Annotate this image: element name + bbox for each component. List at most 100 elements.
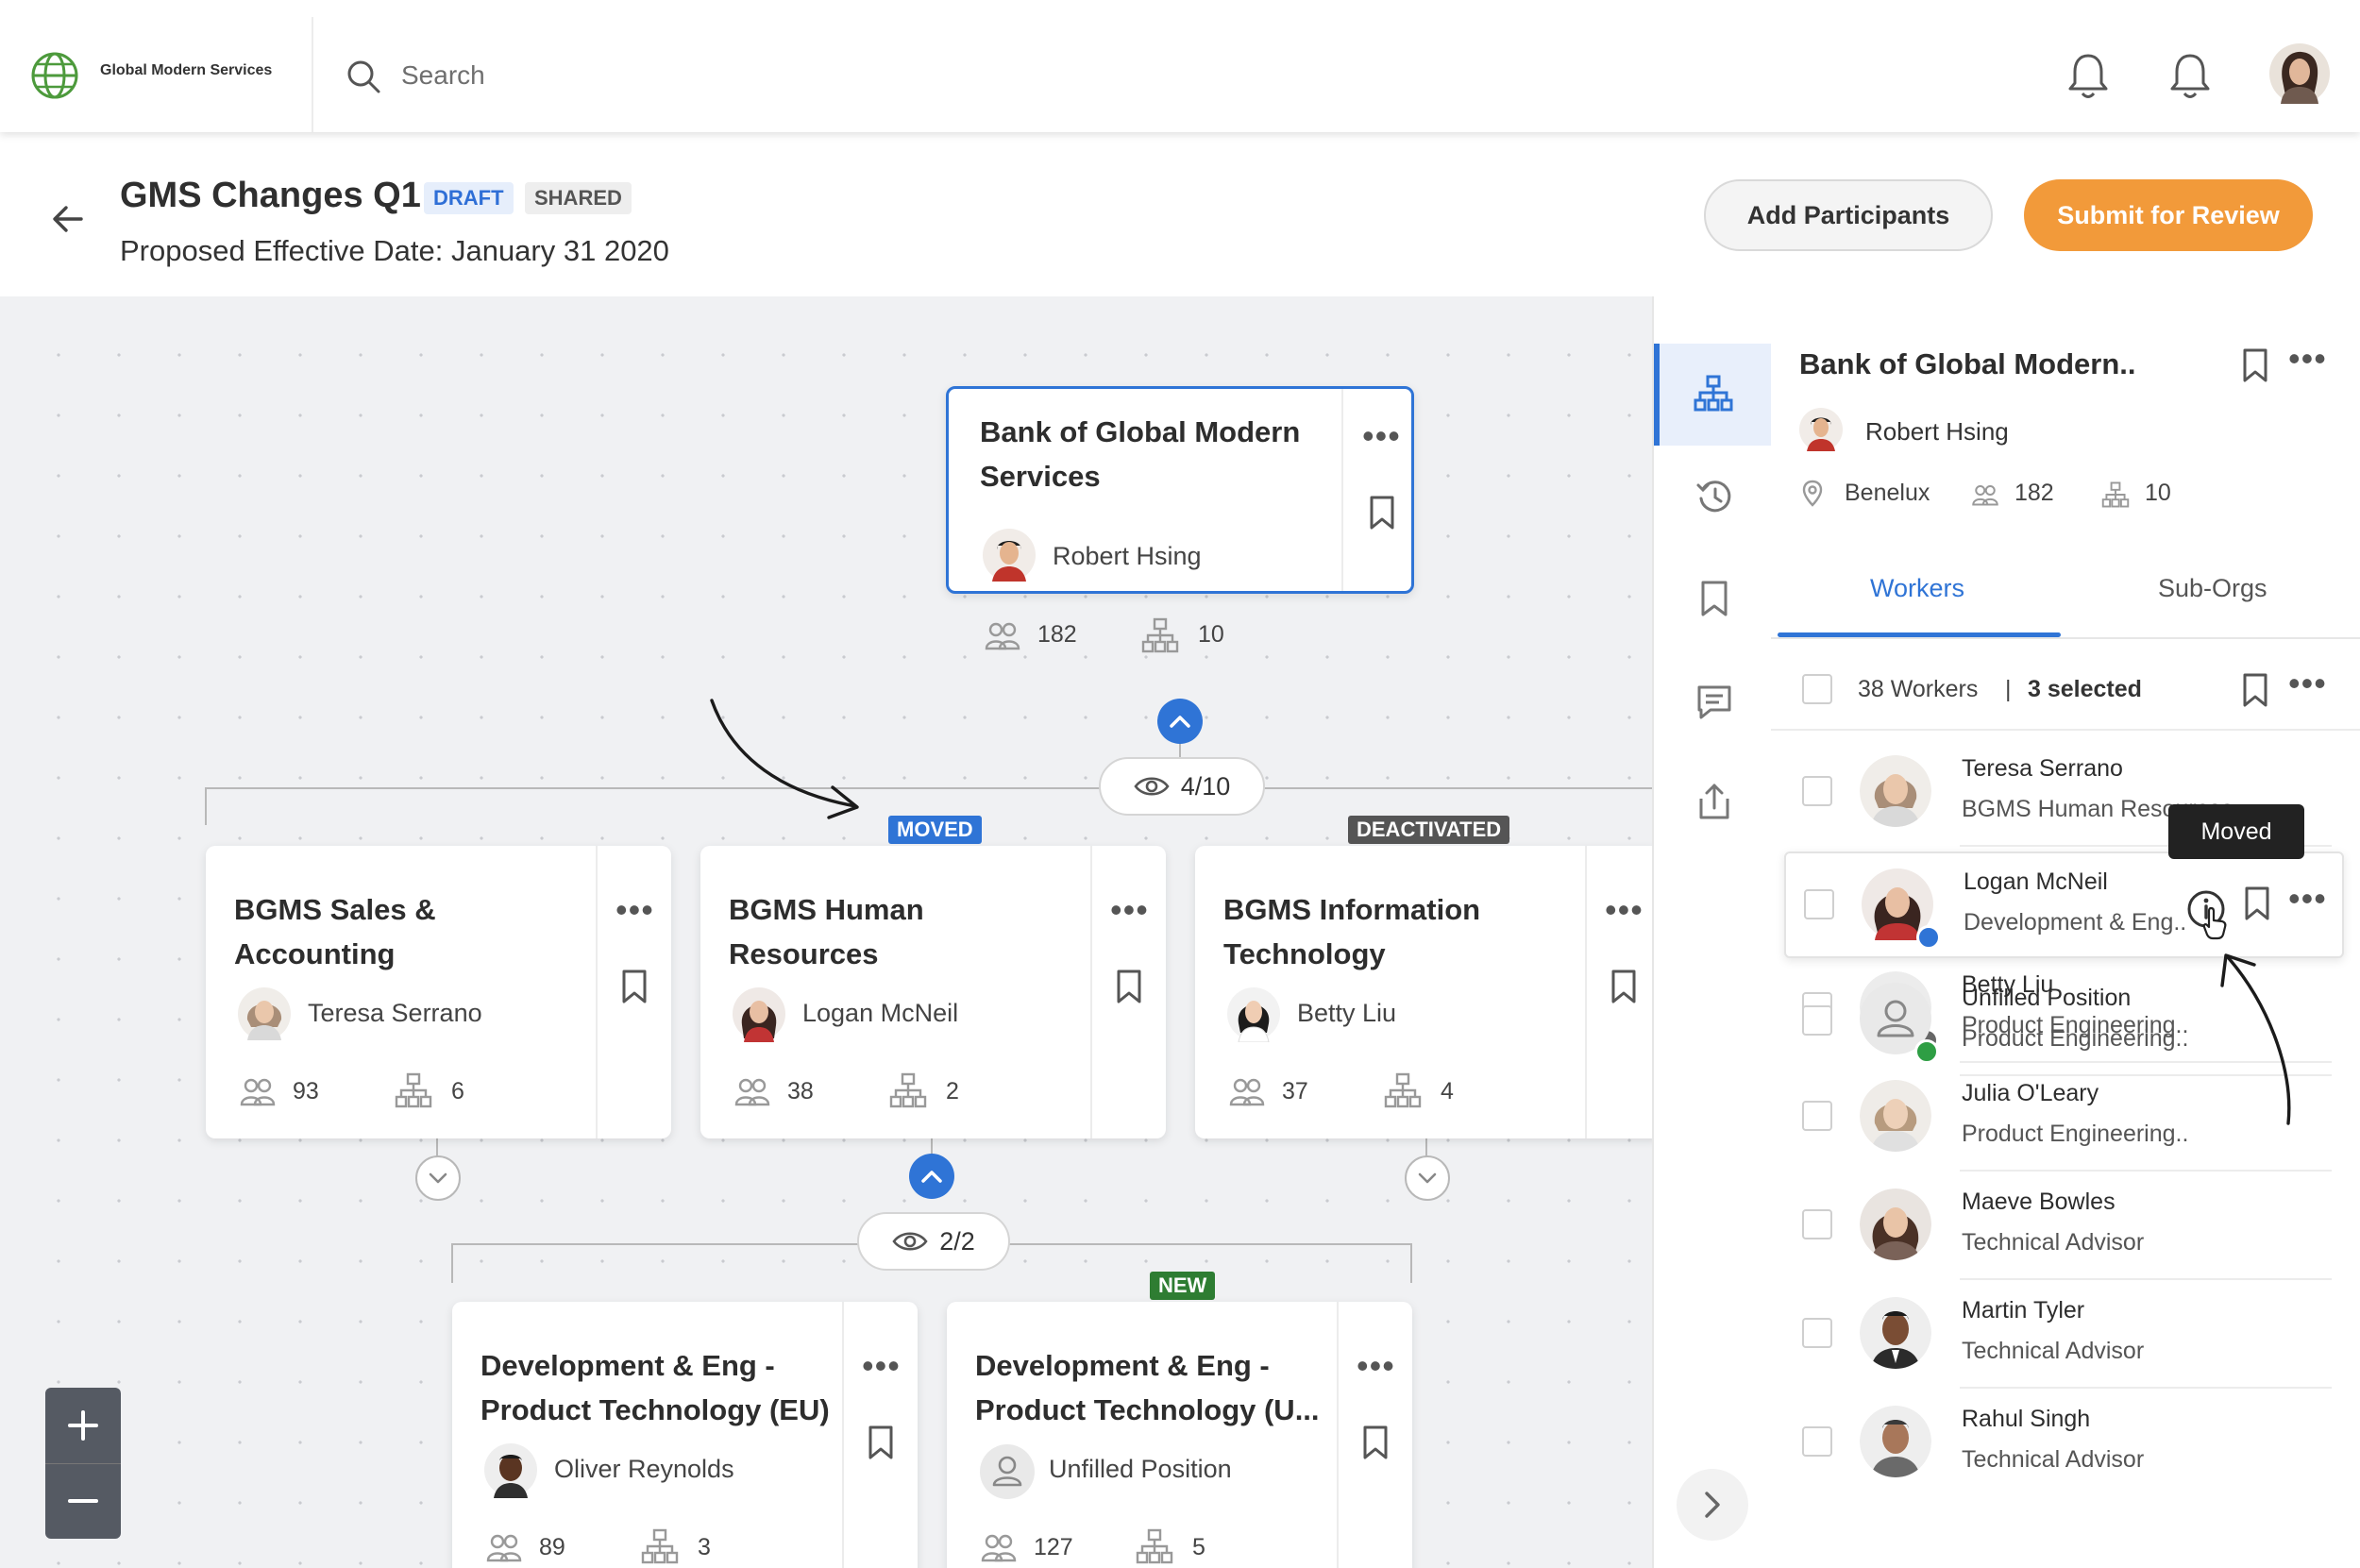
- card-title: BGMS Sales & Accounting: [234, 893, 436, 970]
- bookmark-icon[interactable]: [2241, 672, 2269, 708]
- bookmark-icon[interactable]: [867, 1425, 895, 1460]
- panel-manager-name[interactable]: Robert Hsing: [1865, 417, 2009, 447]
- worker-name[interactable]: Teresa Serrano: [1962, 755, 2123, 783]
- user-avatar[interactable]: [2269, 43, 2330, 104]
- comment-icon[interactable]: [1695, 683, 1733, 721]
- org-card[interactable]: BGMS Information Technology ••• Betty Liu…: [1195, 846, 1652, 1138]
- org-card[interactable]: BGMS Human Resources ••• Logan McNeil 38 …: [700, 846, 1166, 1138]
- suborg-hierarchy-icon: [395, 1072, 432, 1108]
- more-options-icon[interactable]: •••: [1110, 893, 1149, 927]
- worker-name[interactable]: Maeve Bowles: [1962, 1189, 2116, 1216]
- worker-name[interactable]: Logan McNeil: [1964, 868, 2108, 896]
- tab-sub-orgs[interactable]: Sub-Orgs: [2158, 574, 2267, 603]
- bookmark-icon[interactable]: [1610, 969, 1638, 1004]
- chevron-down-icon: [429, 1172, 447, 1184]
- manager-name[interactable]: Robert Hsing: [1053, 542, 1202, 571]
- more-options-icon[interactable]: •••: [862, 1349, 901, 1383]
- bookmark-icon[interactable]: [2241, 347, 2269, 383]
- manager-name[interactable]: Oliver Reynolds: [554, 1455, 734, 1484]
- submit-for-review-button[interactable]: Submit for Review: [2024, 179, 2313, 251]
- org-card[interactable]: BGMS Sales & Accounting ••• Teresa Serran…: [206, 846, 671, 1138]
- worker-row[interactable]: Rahul Singh Technical Advisor: [1771, 1389, 2360, 1568]
- connector-line: [1425, 1138, 1427, 1157]
- bookmark-icon[interactable]: [1361, 1425, 1390, 1460]
- workers-icon: [985, 622, 1020, 650]
- eye-icon: [892, 1232, 928, 1251]
- more-options-icon[interactable]: •••: [2288, 666, 2327, 700]
- back-arrow-icon[interactable]: [51, 202, 85, 236]
- history-icon[interactable]: [1695, 478, 1733, 515]
- worker-name[interactable]: Unfilled Position: [1962, 985, 2131, 1012]
- collapse-button[interactable]: [909, 1154, 954, 1199]
- worker-name[interactable]: Rahul Singh: [1962, 1406, 2090, 1433]
- bookmark-icon[interactable]: [1368, 495, 1396, 531]
- row-checkbox[interactable]: [1802, 776, 1832, 806]
- logo-text[interactable]: Global Modern Services: [100, 62, 272, 79]
- search-icon[interactable]: [346, 59, 381, 94]
- row-checkbox[interactable]: [1802, 1318, 1832, 1348]
- zoom-out-button[interactable]: [45, 1463, 121, 1539]
- annotation-arrow-icon: [710, 699, 859, 819]
- card-divider: [1337, 1302, 1339, 1568]
- expand-button[interactable]: [1405, 1155, 1450, 1201]
- worker-row[interactable]: Martin Tyler Technical Advisor: [1771, 1280, 2360, 1389]
- worker-name[interactable]: Julia O'Leary: [1962, 1080, 2099, 1107]
- worker-subtitle: Technical Advisor: [1962, 1229, 2145, 1256]
- more-options-icon[interactable]: •••: [1605, 893, 1644, 927]
- row-checkbox[interactable]: [1802, 1209, 1832, 1239]
- collapse-button[interactable]: [1157, 699, 1203, 744]
- avatar: [1227, 987, 1280, 1042]
- share-export-icon[interactable]: [1695, 782, 1733, 821]
- visible-count: 4/10: [1180, 771, 1231, 801]
- bell-icon[interactable]: [2065, 51, 2111, 102]
- more-options-icon[interactable]: •••: [2288, 342, 2327, 376]
- worker-row-highlighted[interactable]: Logan McNeil Development & Eng.. •••: [1784, 851, 2344, 958]
- org-card[interactable]: Development & Eng - Product Technology (E…: [452, 1302, 918, 1568]
- manager-name[interactable]: Teresa Serrano: [308, 999, 482, 1028]
- manager-name[interactable]: Betty Liu: [1297, 999, 1396, 1028]
- more-options-icon[interactable]: •••: [615, 893, 654, 927]
- suborg-count: 5: [1192, 1534, 1205, 1560]
- bookmark-icon[interactable]: [1699, 580, 1729, 617]
- workers-icon: [981, 1534, 1017, 1562]
- bell-icon[interactable]: [2167, 51, 2213, 102]
- zoom-in-button[interactable]: [45, 1388, 121, 1463]
- effective-date: Proposed Effective Date: January 31 2020: [120, 234, 669, 267]
- separator: |: [2005, 676, 2012, 702]
- row-checkbox[interactable]: [1802, 1426, 1832, 1457]
- panel-title: Bank of Global Modern..: [1799, 347, 2136, 380]
- expand-panel-button[interactable]: [1677, 1469, 1748, 1541]
- bookmark-icon[interactable]: [620, 969, 649, 1004]
- org-card[interactable]: Development & Eng - Product Technology (U…: [947, 1302, 1412, 1568]
- card-divider: [1341, 389, 1343, 591]
- worker-name[interactable]: Martin Tyler: [1962, 1297, 2084, 1324]
- row-checkbox[interactable]: [1804, 889, 1834, 919]
- more-options-icon[interactable]: •••: [1357, 1349, 1395, 1383]
- row-checkbox[interactable]: [1802, 1101, 1832, 1131]
- worker-subtitle: Product Engineering..: [1962, 1121, 2189, 1147]
- bookmark-icon[interactable]: [2243, 885, 2271, 921]
- org-chart-canvas[interactable]: Bank of Global Modern Services ••• Robert…: [0, 296, 1652, 1568]
- more-options-icon[interactable]: •••: [1362, 419, 1401, 453]
- expand-button[interactable]: [415, 1155, 461, 1201]
- active-tab-indicator: [1778, 632, 2061, 637]
- visible-count-pill[interactable]: 4/10: [1099, 757, 1265, 816]
- tab-workers[interactable]: Workers: [1870, 574, 1964, 603]
- bookmark-icon[interactable]: [1115, 969, 1143, 1004]
- worker-row[interactable]: Maeve Bowles Technical Advisor: [1771, 1172, 2360, 1280]
- manager-name[interactable]: Logan McNeil: [802, 999, 958, 1028]
- worker-subtitle: Product Engineering..: [1962, 1025, 2189, 1052]
- visible-count-pill[interactable]: 2/2: [857, 1212, 1010, 1271]
- search-input[interactable]: Search: [401, 60, 485, 91]
- manager-name[interactable]: Unfilled Position: [1049, 1455, 1232, 1484]
- org-card-root[interactable]: Bank of Global Modern Services ••• Robert…: [946, 386, 1414, 653]
- more-options-icon[interactable]: •••: [2288, 882, 2327, 916]
- pointer-cursor-icon: [2202, 906, 2227, 940]
- select-all-checkbox[interactable]: [1802, 674, 1832, 704]
- worker-count: 127: [1034, 1534, 1073, 1560]
- row-checkbox[interactable]: [1802, 1005, 1832, 1036]
- globe-logo-icon[interactable]: [30, 51, 79, 100]
- add-participants-button[interactable]: Add Participants: [1704, 179, 1993, 251]
- suborg-count: 10: [1198, 621, 1224, 648]
- org-chart-icon[interactable]: [1694, 374, 1733, 413]
